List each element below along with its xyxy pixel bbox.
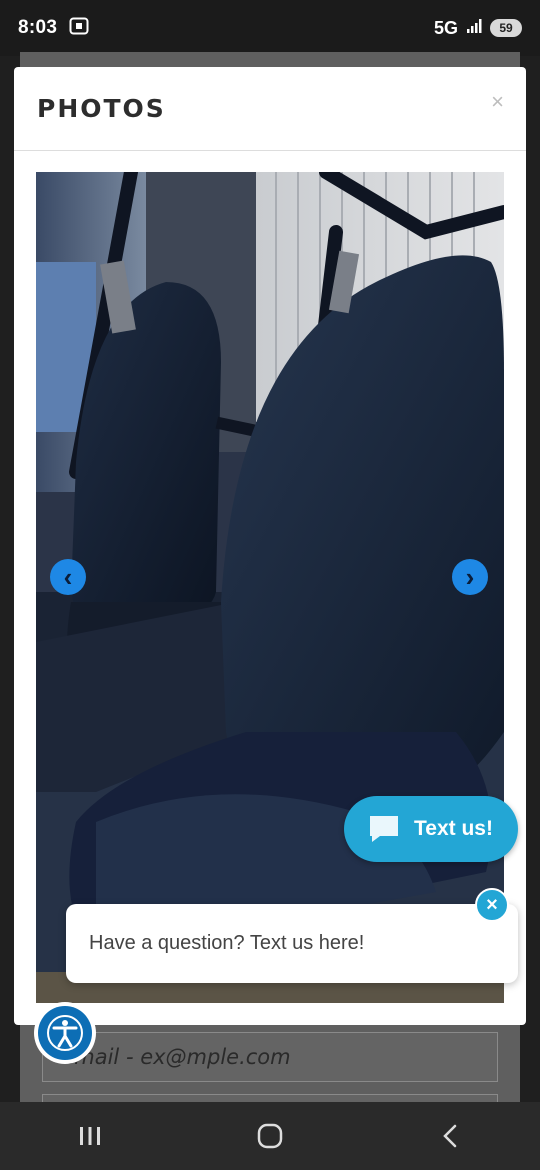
screenshot-icon — [69, 17, 89, 40]
accessibility-icon — [38, 1006, 92, 1060]
chat-bubble-icon — [368, 814, 400, 844]
back-icon — [443, 1124, 457, 1148]
text-us-button[interactable]: Text us! — [344, 796, 518, 862]
accessibility-button[interactable] — [34, 1002, 96, 1064]
system-navigation-bar — [0, 1102, 540, 1170]
battery-indicator: 59 — [490, 19, 522, 37]
close-icon[interactable]: × — [491, 89, 504, 115]
network-type: 5G — [433, 17, 458, 38]
chevron-left-icon: ‹ — [63, 561, 73, 592]
modal-header: PHOTOS × — [14, 67, 526, 151]
close-icon: × — [486, 893, 498, 916]
previous-photo-button[interactable]: ‹ — [50, 559, 86, 595]
chevron-right-icon: › — [465, 561, 475, 592]
gallery-photo — [36, 172, 504, 1003]
back-button[interactable] — [420, 1116, 480, 1156]
signal-icon — [466, 18, 482, 39]
recent-apps-button[interactable] — [60, 1116, 120, 1156]
utv-seats-photo — [36, 172, 504, 1003]
chat-prompt-bubble[interactable]: Have a question? Text us here! — [66, 904, 518, 983]
close-chat-prompt-button[interactable]: × — [475, 888, 509, 922]
clock: 8:03 — [18, 17, 58, 38]
home-icon — [257, 1123, 283, 1149]
next-photo-button[interactable]: › — [452, 559, 488, 595]
photos-modal: PHOTOS × — [14, 67, 526, 1025]
recent-apps-icon — [80, 1127, 100, 1145]
status-bar: 8:03 5G 59 — [0, 0, 540, 56]
email-field[interactable]: Email - ex@mple.com — [42, 1032, 498, 1082]
home-button[interactable] — [240, 1116, 300, 1156]
modal-title: PHOTOS — [37, 94, 166, 123]
chat-prompt-text: Have a question? Text us here! — [89, 932, 365, 954]
text-us-label: Text us! — [414, 817, 493, 840]
